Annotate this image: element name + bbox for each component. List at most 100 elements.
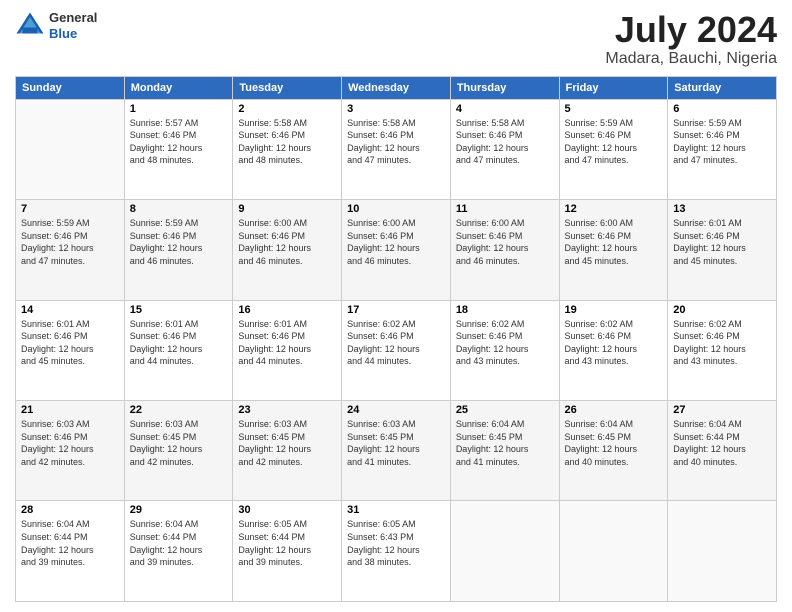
day-info: Sunrise: 6:04 AMSunset: 6:45 PMDaylight:… xyxy=(565,418,663,468)
day-number: 12 xyxy=(565,203,663,215)
day-info: Sunrise: 6:02 AMSunset: 6:46 PMDaylight:… xyxy=(456,318,554,368)
calendar-day-cell: 18 Sunrise: 6:02 AMSunset: 6:46 PMDayligh… xyxy=(450,300,559,400)
calendar-header-cell: Thursday xyxy=(450,76,559,99)
calendar-day-cell: 25Sunrise: 6:04 AMSunset: 6:45 PMDayligh… xyxy=(450,401,559,501)
calendar-day-cell: 30 Sunrise: 6:05 AMSunset: 6:44 PMDayligh… xyxy=(233,501,342,602)
day-info: Sunrise: 6:05 AMSunset: 6:44 PMDaylight:… xyxy=(238,518,336,568)
calendar-day-cell: 10Sunrise: 6:00 AMSunset: 6:46 PMDayligh… xyxy=(342,200,451,300)
day-info: Sunrise: 5:59 AMSunset: 6:46 PMDaylight:… xyxy=(21,217,119,267)
day-number: 3 xyxy=(347,103,445,115)
day-info: Sunrise: 6:04 AMSunset: 6:44 PMDaylight:… xyxy=(21,518,119,568)
day-info: Sunrise: 5:58 AMSunset: 6:46 PMDaylight:… xyxy=(347,117,445,167)
calendar-day-cell: 6 Sunrise: 5:59 AMSunset: 6:46 PMDaylight… xyxy=(668,99,777,199)
calendar-header-cell: Sunday xyxy=(16,76,125,99)
logo-line2: Blue xyxy=(49,26,97,42)
calendar-header-cell: Saturday xyxy=(668,76,777,99)
main-title: July 2024 xyxy=(605,10,777,50)
day-number: 23 xyxy=(238,404,336,416)
calendar-day-cell: 24 Sunrise: 6:03 AMSunset: 6:45 PMDayligh… xyxy=(342,401,451,501)
day-number: 8 xyxy=(130,203,228,215)
calendar-day-cell: 14 Sunrise: 6:01 AMSunset: 6:46 PMDayligh… xyxy=(16,300,125,400)
day-number: 19 xyxy=(565,304,663,316)
calendar-day-cell: 29Sunrise: 6:04 AMSunset: 6:44 PMDayligh… xyxy=(124,501,233,602)
logo-icon xyxy=(15,11,45,41)
day-number: 6 xyxy=(673,103,771,115)
day-info: Sunrise: 6:00 AMSunset: 6:46 PMDaylight:… xyxy=(565,217,663,267)
day-number: 28 xyxy=(21,504,119,516)
calendar-table: SundayMondayTuesdayWednesdayThursdayFrid… xyxy=(15,76,777,602)
day-info: Sunrise: 5:58 AMSunset: 6:46 PMDaylight:… xyxy=(456,117,554,167)
day-number: 14 xyxy=(21,304,119,316)
calendar-day-cell: 1 Sunrise: 5:57 AMSunset: 6:46 PMDaylight… xyxy=(124,99,233,199)
day-number: 18 xyxy=(456,304,554,316)
day-info: Sunrise: 6:03 AMSunset: 6:45 PMDaylight:… xyxy=(347,418,445,468)
calendar-day-cell: 26 Sunrise: 6:04 AMSunset: 6:45 PMDayligh… xyxy=(559,401,668,501)
day-info: Sunrise: 5:59 AMSunset: 6:46 PMDaylight:… xyxy=(130,217,228,267)
calendar-day-cell: 13Sunrise: 6:01 AMSunset: 6:46 PMDayligh… xyxy=(668,200,777,300)
day-number: 11 xyxy=(456,203,554,215)
calendar-day-cell: 15 Sunrise: 6:01 AMSunset: 6:46 PMDayligh… xyxy=(124,300,233,400)
day-number: 4 xyxy=(456,103,554,115)
day-info: Sunrise: 6:03 AMSunset: 6:45 PMDaylight:… xyxy=(130,418,228,468)
calendar-day-cell: 3 Sunrise: 5:58 AMSunset: 6:46 PMDaylight… xyxy=(342,99,451,199)
calendar-day-cell: 28 Sunrise: 6:04 AMSunset: 6:44 PMDayligh… xyxy=(16,501,125,602)
day-info: Sunrise: 6:02 AMSunset: 6:46 PMDaylight:… xyxy=(347,318,445,368)
day-number: 26 xyxy=(565,404,663,416)
day-number: 30 xyxy=(238,504,336,516)
calendar-week-row: 21Sunrise: 6:03 AMSunset: 6:46 PMDayligh… xyxy=(16,401,777,501)
calendar-day-cell: 19 Sunrise: 6:02 AMSunset: 6:46 PMDayligh… xyxy=(559,300,668,400)
day-info: Sunrise: 5:59 AMSunset: 6:46 PMDaylight:… xyxy=(565,117,663,167)
day-number: 2 xyxy=(238,103,336,115)
day-number: 17 xyxy=(347,304,445,316)
day-number: 9 xyxy=(238,203,336,215)
day-info: Sunrise: 6:01 AMSunset: 6:46 PMDaylight:… xyxy=(130,318,228,368)
day-info: Sunrise: 6:00 AMSunset: 6:46 PMDaylight:… xyxy=(238,217,336,267)
logo-line1: General xyxy=(49,10,97,26)
day-number: 1 xyxy=(130,103,228,115)
calendar-day-cell: 11 Sunrise: 6:00 AMSunset: 6:46 PMDayligh… xyxy=(450,200,559,300)
calendar-day-cell xyxy=(668,501,777,602)
day-number: 31 xyxy=(347,504,445,516)
day-info: Sunrise: 6:01 AMSunset: 6:46 PMDaylight:… xyxy=(238,318,336,368)
calendar-day-cell: 12 Sunrise: 6:00 AMSunset: 6:46 PMDayligh… xyxy=(559,200,668,300)
day-number: 21 xyxy=(21,404,119,416)
calendar-header-cell: Monday xyxy=(124,76,233,99)
calendar-day-cell: 31 Sunrise: 6:05 AMSunset: 6:43 PMDayligh… xyxy=(342,501,451,602)
day-info: Sunrise: 5:57 AMSunset: 6:46 PMDaylight:… xyxy=(130,117,228,167)
calendar-day-cell: 4 Sunrise: 5:58 AMSunset: 6:46 PMDaylight… xyxy=(450,99,559,199)
calendar-week-row: 28 Sunrise: 6:04 AMSunset: 6:44 PMDayligh… xyxy=(16,501,777,602)
calendar-day-cell: 27 Sunrise: 6:04 AMSunset: 6:44 PMDayligh… xyxy=(668,401,777,501)
calendar-day-cell xyxy=(450,501,559,602)
day-info: Sunrise: 6:02 AMSunset: 6:46 PMDaylight:… xyxy=(565,318,663,368)
day-info: Sunrise: 5:59 AMSunset: 6:46 PMDaylight:… xyxy=(673,117,771,167)
title-block: July 2024 Madara, Bauchi, Nigeria xyxy=(605,10,777,68)
day-info: Sunrise: 5:58 AMSunset: 6:46 PMDaylight:… xyxy=(238,117,336,167)
day-number: 20 xyxy=(673,304,771,316)
calendar-day-cell: 21Sunrise: 6:03 AMSunset: 6:46 PMDayligh… xyxy=(16,401,125,501)
calendar-day-cell: 2 Sunrise: 5:58 AMSunset: 6:46 PMDaylight… xyxy=(233,99,342,199)
calendar-day-cell: 17 Sunrise: 6:02 AMSunset: 6:46 PMDayligh… xyxy=(342,300,451,400)
calendar-header-cell: Friday xyxy=(559,76,668,99)
day-number: 24 xyxy=(347,404,445,416)
day-info: Sunrise: 6:05 AMSunset: 6:43 PMDaylight:… xyxy=(347,518,445,568)
day-info: Sunrise: 6:04 AMSunset: 6:44 PMDaylight:… xyxy=(673,418,771,468)
day-number: 5 xyxy=(565,103,663,115)
day-number: 10 xyxy=(347,203,445,215)
calendar-week-row: 1 Sunrise: 5:57 AMSunset: 6:46 PMDaylight… xyxy=(16,99,777,199)
day-number: 27 xyxy=(673,404,771,416)
calendar-day-cell: 5 Sunrise: 5:59 AMSunset: 6:46 PMDaylight… xyxy=(559,99,668,199)
day-info: Sunrise: 6:00 AMSunset: 6:46 PMDaylight:… xyxy=(456,217,554,267)
subtitle: Madara, Bauchi, Nigeria xyxy=(605,50,777,68)
calendar-day-cell: 23 Sunrise: 6:03 AMSunset: 6:45 PMDayligh… xyxy=(233,401,342,501)
calendar-header-row: SundayMondayTuesdayWednesdayThursdayFrid… xyxy=(16,76,777,99)
day-number: 7 xyxy=(21,203,119,215)
calendar-day-cell: 16Sunrise: 6:01 AMSunset: 6:46 PMDayligh… xyxy=(233,300,342,400)
day-info: Sunrise: 6:03 AMSunset: 6:45 PMDaylight:… xyxy=(238,418,336,468)
day-number: 22 xyxy=(130,404,228,416)
calendar-header-cell: Tuesday xyxy=(233,76,342,99)
day-info: Sunrise: 6:04 AMSunset: 6:44 PMDaylight:… xyxy=(130,518,228,568)
day-number: 15 xyxy=(130,304,228,316)
calendar-day-cell: 22 Sunrise: 6:03 AMSunset: 6:45 PMDayligh… xyxy=(124,401,233,501)
day-info: Sunrise: 6:01 AMSunset: 6:46 PMDaylight:… xyxy=(21,318,119,368)
calendar-header-cell: Wednesday xyxy=(342,76,451,99)
